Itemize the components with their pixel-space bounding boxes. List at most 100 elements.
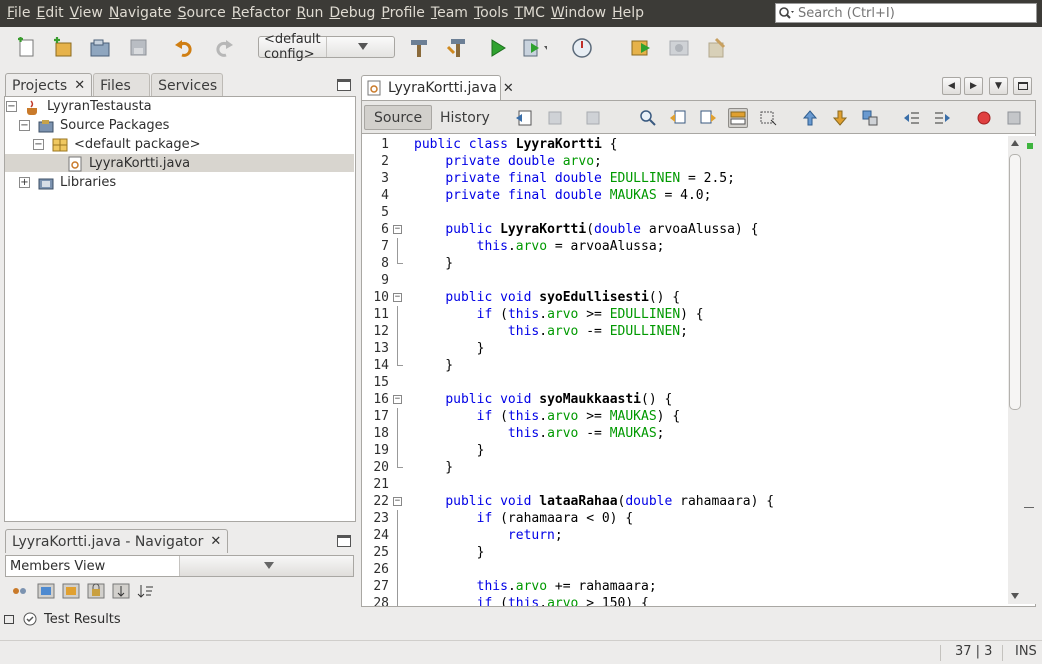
menu-tools[interactable]: Tools <box>471 0 512 27</box>
code-line[interactable]: 18 this.arvo -= MAUKAS; <box>362 425 1002 442</box>
code-line[interactable]: 5 <box>362 204 1002 221</box>
tab-files[interactable]: Files <box>93 73 151 97</box>
build-icon[interactable] <box>406 35 432 61</box>
menu-edit[interactable]: Edit <box>33 0 66 27</box>
line-number[interactable]: 24 <box>362 527 389 544</box>
menu-help[interactable]: Help <box>609 0 647 27</box>
code-line[interactable]: 9 <box>362 272 1002 289</box>
code-line[interactable]: 22− public void lataaRahaa(double rahama… <box>362 493 1002 510</box>
fold-collapse-icon[interactable]: − <box>393 293 402 302</box>
find-selection-icon[interactable] <box>638 108 658 128</box>
scroll-tabs-right-icon[interactable]: ▶ <box>964 77 983 95</box>
run-icon[interactable] <box>485 35 511 61</box>
new-project-icon[interactable] <box>50 35 76 61</box>
line-number[interactable]: 9 <box>362 272 389 289</box>
code-line[interactable]: 24 return; <box>362 527 1002 544</box>
line-number[interactable]: 18 <box>362 425 389 442</box>
next-bookmark-icon[interactable] <box>830 108 850 128</box>
error-stripe[interactable] <box>1022 136 1036 604</box>
search-box[interactable] <box>775 3 1037 23</box>
tree-node-project[interactable]: − LyyranTestausta <box>6 97 152 116</box>
code-line[interactable]: 17 if (this.arvo >= MAUKAS) { <box>362 408 1002 425</box>
tab-projects[interactable]: Projects ✕ <box>5 73 93 97</box>
open-project-icon[interactable] <box>88 35 114 61</box>
show-fields-icon[interactable] <box>36 582 56 600</box>
code-line[interactable]: 6− public LyyraKortti(double arvoaAlussa… <box>362 221 1002 238</box>
source-view-button[interactable]: Source <box>364 105 433 130</box>
line-number[interactable]: 25 <box>362 544 389 561</box>
menu-refactor[interactable]: Refactor <box>229 0 294 27</box>
code-line[interactable]: 2 private double arvo; <box>362 153 1002 170</box>
line-number[interactable]: 14 <box>362 357 389 374</box>
sort-by-source-icon[interactable] <box>136 582 156 600</box>
tab-services[interactable]: Services <box>151 73 224 97</box>
code-line[interactable]: 14 } <box>362 357 1002 374</box>
tree-node-libraries[interactable]: + Libraries <box>19 173 116 192</box>
line-number[interactable]: 21 <box>362 476 389 493</box>
line-number[interactable]: 22 <box>362 493 389 510</box>
chevron-down-icon[interactable] <box>179 556 353 576</box>
menu-team[interactable]: Team <box>428 0 471 27</box>
code-line[interactable]: 13 } <box>362 340 1002 357</box>
line-number[interactable]: 15 <box>362 374 389 391</box>
history-view-button[interactable]: History <box>431 105 499 130</box>
collapse-icon[interactable]: − <box>19 120 30 131</box>
show-static-icon[interactable] <box>61 582 81 600</box>
fold-collapse-icon[interactable]: − <box>393 225 402 234</box>
line-number[interactable]: 16 <box>362 391 389 408</box>
test-results-minimized[interactable]: Test Results <box>4 609 121 629</box>
line-number[interactable]: 23 <box>362 510 389 527</box>
line-number[interactable]: 7 <box>362 238 389 255</box>
line-number[interactable]: 19 <box>362 442 389 459</box>
sort-by-name-icon[interactable] <box>111 582 131 600</box>
toggle-rectangular-selection-icon[interactable] <box>758 108 778 128</box>
tree-node-default-package[interactable]: − <default package> <box>33 135 201 154</box>
find-next-icon[interactable] <box>698 108 718 128</box>
minimize-icon[interactable] <box>337 79 351 91</box>
expand-icon[interactable]: + <box>19 177 30 188</box>
show-non-public-icon[interactable] <box>86 582 106 600</box>
fold-collapse-icon[interactable]: − <box>393 497 402 506</box>
line-number[interactable]: 13 <box>362 340 389 357</box>
show-opened-documents-icon[interactable]: ▼ <box>989 77 1008 95</box>
code-line[interactable]: 19 } <box>362 442 1002 459</box>
editor-tab-file[interactable]: LyyraKortti.java ✕ <box>361 75 514 100</box>
tree-node-file[interactable]: LyyraKortti.java <box>67 154 190 173</box>
menu-profile[interactable]: Profile <box>378 0 428 27</box>
code-line[interactable]: 15 <box>362 374 1002 391</box>
code-line[interactable]: 28 if (this.arvo > 150) { <box>362 595 1002 606</box>
line-number[interactable]: 3 <box>362 170 389 187</box>
code-line[interactable]: 27 this.arvo += rahamaara; <box>362 578 1002 595</box>
line-number[interactable]: 1 <box>362 136 389 153</box>
line-number[interactable]: 28 <box>362 595 389 606</box>
profile-icon[interactable] <box>571 35 597 61</box>
apply-code-changes-icon[interactable] <box>628 35 654 61</box>
search-input[interactable] <box>798 5 1028 21</box>
menu-file[interactable]: File <box>4 0 33 27</box>
code-line[interactable]: 11 if (this.arvo >= EDULLINEN) { <box>362 306 1002 323</box>
collapse-icon[interactable]: − <box>33 139 44 150</box>
code-line[interactable]: 21 <box>362 476 1002 493</box>
maximize-icon[interactable] <box>1013 77 1032 95</box>
chevron-down-icon[interactable] <box>326 37 394 57</box>
scroll-down-icon[interactable] <box>1011 593 1019 599</box>
scroll-tabs-left-icon[interactable]: ◀ <box>942 77 961 95</box>
menu-window[interactable]: Window <box>548 0 609 27</box>
find-previous-icon[interactable] <box>668 108 688 128</box>
code-line[interactable]: 8 } <box>362 255 1002 272</box>
line-number[interactable]: 20 <box>362 459 389 476</box>
debug-icon[interactable] <box>521 35 547 61</box>
show-inherited-icon[interactable] <box>10 582 30 600</box>
tab-navigator[interactable]: LyyraKortti.java - Navigator ✕ <box>5 529 229 553</box>
close-icon[interactable]: ✕ <box>210 534 221 549</box>
fold-collapse-icon[interactable]: − <box>393 395 402 404</box>
line-number[interactable]: 11 <box>362 306 389 323</box>
toggle-bookmark-icon[interactable] <box>860 108 880 128</box>
scroll-up-icon[interactable] <box>1011 140 1019 146</box>
menu-tmc[interactable]: TMC <box>511 0 547 27</box>
menu-navigate[interactable]: Navigate <box>106 0 175 27</box>
menu-view[interactable]: View <box>67 0 106 27</box>
undo-icon[interactable] <box>172 35 198 61</box>
vertical-scrollbar[interactable] <box>1008 136 1022 604</box>
tree-node-source-packages[interactable]: − Source Packages <box>19 116 169 135</box>
